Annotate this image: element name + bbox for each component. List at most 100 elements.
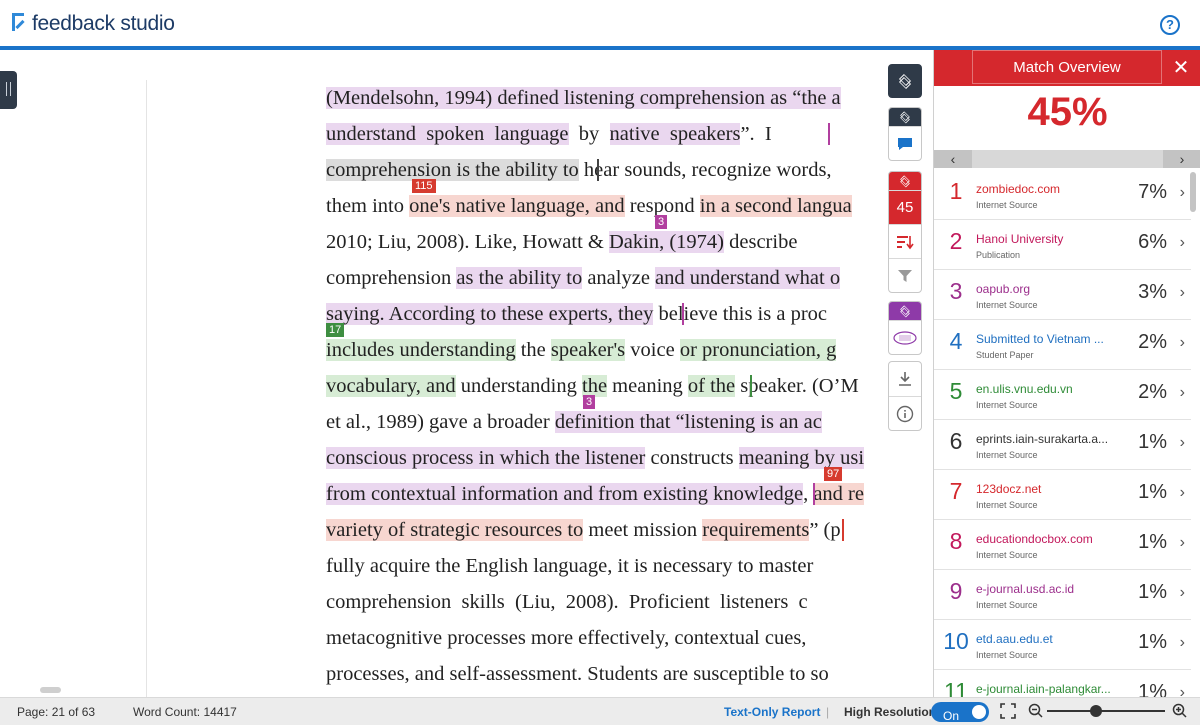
match-tag[interactable]: 17 — [326, 323, 345, 337]
highlighted-match[interactable]: one's native language, and — [409, 195, 625, 217]
text-only-report-link[interactable]: Text-Only Report — [724, 705, 820, 719]
highlighted-match[interactable]: requirements — [702, 519, 810, 541]
filter-button[interactable] — [889, 258, 921, 292]
highlighted-match[interactable]: or pronunciation, g — [679, 339, 837, 361]
match-pager: ‹ › — [934, 150, 1200, 168]
ets-button[interactable] — [889, 320, 921, 354]
match-source-type: Student Paper — [976, 350, 1034, 360]
highlighted-match[interactable]: of the — [687, 375, 736, 397]
highlighted-match[interactable]: speaker's — [550, 339, 626, 361]
side-panel-handle[interactable] — [0, 71, 17, 109]
vertical-scrollbar[interactable] — [1190, 172, 1196, 212]
match-row[interactable]: 1 zombiedoc.com Internet Source 7% › — [934, 170, 1191, 220]
layer-toolbar: 45 — [880, 55, 930, 700]
document-text: comprehension skills (Liu, 2008). Profic… — [326, 591, 808, 613]
chevron-right-icon[interactable]: › — [1180, 334, 1185, 352]
match-marker — [682, 303, 684, 325]
match-marker — [842, 519, 844, 541]
match-row[interactable]: 6 eprints.iain-surakarta.a... Internet Sou… — [934, 420, 1191, 470]
highlighted-match[interactable]: native speakers — [609, 123, 741, 145]
match-source-type: Internet Source — [976, 200, 1038, 210]
layers-button[interactable] — [888, 64, 922, 98]
chevron-right-icon[interactable]: › — [1180, 434, 1185, 452]
highlighted-match[interactable]: and re — [813, 483, 864, 505]
highlighted-match[interactable]: conscious process in which the listener — [326, 447, 646, 469]
match-number: 2 — [949, 228, 963, 254]
highlighted-match[interactable]: in a second langua — [699, 195, 852, 217]
highlighted-match[interactable]: understand spoken language — [326, 123, 569, 145]
match-tag[interactable]: 97 — [824, 467, 843, 481]
highlighted-match[interactable]: definition that “listening is an ac — [554, 411, 822, 433]
match-row[interactable]: 5 en.ulis.vnu.edu.vn Internet Source 2% › — [934, 370, 1191, 420]
layer-icon — [889, 302, 921, 320]
info-button[interactable] — [889, 396, 921, 430]
highlighted-match[interactable]: from contextual information and from exi… — [326, 483, 804, 505]
chevron-right-icon[interactable]: › — [1180, 384, 1185, 402]
document-text: comprehension — [326, 267, 457, 289]
match-row[interactable]: 9 e-journal.usd.ac.id Internet Source 1% › — [934, 570, 1191, 620]
zoom-in-icon[interactable] — [1172, 703, 1188, 719]
zoom-out-icon[interactable] — [1028, 703, 1044, 719]
highlighted-match[interactable]: saying. According to these experts, they — [326, 303, 654, 325]
highlighted-match[interactable]: includes understanding — [326, 339, 516, 361]
match-tag[interactable]: 115 — [412, 179, 436, 193]
match-tag[interactable]: 3 — [583, 395, 596, 409]
match-source-type: Internet Source — [976, 500, 1038, 510]
chevron-right-icon[interactable]: › — [1180, 184, 1185, 202]
match-marker — [828, 123, 830, 145]
page-indicator: Page: 21 of 63 — [17, 705, 96, 719]
chevron-left-icon[interactable]: ‹ — [934, 150, 972, 168]
match-row[interactable]: 3 oapub.org Internet Source 3% › — [934, 270, 1191, 320]
match-row[interactable]: 7 123docz.net Internet Source 1% › — [934, 470, 1191, 520]
high-resolution-toggle[interactable]: On — [931, 702, 989, 723]
zoom-slider-handle[interactable] — [1090, 705, 1102, 717]
match-source: oapub.org — [976, 282, 1031, 296]
document-line: saying. According to these experts, they… — [326, 296, 827, 332]
chevron-right-icon[interactable]: › — [1180, 684, 1185, 697]
help-icon[interactable]: ? — [1160, 15, 1180, 35]
match-row[interactable]: 8 educationdocbox.com Internet Source 1% › — [934, 520, 1191, 570]
close-icon[interactable]: ✕ — [1171, 58, 1191, 78]
document-line: comprehension skills (Liu, 2008). Profic… — [326, 584, 808, 620]
highlighted-match[interactable]: Dakin, (1974) — [608, 231, 724, 253]
match-sort-button[interactable] — [889, 224, 921, 258]
logo-text: feedback studio — [32, 12, 175, 35]
match-tag[interactable]: 3 — [655, 215, 668, 229]
highlighted-match[interactable]: comprehension is the ability to — [326, 159, 579, 181]
highlighted-match[interactable]: as the ability to — [456, 267, 583, 289]
horizontal-scrollbar[interactable] — [40, 687, 61, 693]
match-source-type: Internet Source — [976, 300, 1038, 310]
match-source: zombiedoc.com — [976, 182, 1061, 196]
chevron-right-icon[interactable]: › — [1180, 234, 1185, 252]
highlighted-match[interactable]: meaning by usi — [738, 447, 865, 469]
chevron-right-icon[interactable]: › — [1180, 584, 1185, 602]
match-row[interactable]: 4 Submitted to Vietnam ... Student Paper 2%… — [934, 320, 1191, 370]
document-line: (Mendelsohn, 1994) defined listening com… — [326, 80, 841, 116]
download-button[interactable] — [889, 362, 921, 396]
match-source-type: Internet Source — [976, 600, 1038, 610]
document-line: comprehension as the ability to analyze … — [326, 260, 841, 296]
match-percent: 1% — [1138, 531, 1167, 553]
highlighted-match[interactable]: variety of strategic resources to — [326, 519, 584, 541]
highlighted-match[interactable]: vocabulary, and — [326, 375, 456, 397]
match-row[interactable]: 2 Hanoi University Publication 6% › — [934, 220, 1191, 270]
chevron-right-icon[interactable]: › — [1163, 150, 1200, 168]
chevron-right-icon[interactable]: › — [1180, 484, 1185, 502]
chevron-right-icon[interactable]: › — [1180, 634, 1185, 652]
comment-button[interactable] — [889, 126, 921, 160]
document-text: believe this is a proc — [653, 303, 827, 325]
match-count-badge[interactable]: 45 — [889, 190, 921, 224]
highlighted-match[interactable]: and understand what o — [655, 267, 841, 289]
highlighted-match[interactable]: the — [582, 375, 608, 397]
sort-icon — [897, 235, 914, 249]
match-row[interactable]: 10 etd.aau.edu.et Internet Source 1% › — [934, 620, 1191, 670]
fullscreen-icon[interactable] — [1000, 703, 1016, 719]
zoom-slider[interactable] — [1047, 710, 1165, 712]
highlighted-match[interactable]: (Mendelsohn, 1994) defined listening com… — [326, 87, 841, 109]
chevron-right-icon[interactable]: › — [1180, 284, 1185, 302]
chevron-right-icon[interactable]: › — [1180, 534, 1185, 552]
match-marker — [813, 483, 815, 505]
document-viewer[interactable]: processes, and self-assessment. Students… — [326, 80, 876, 697]
match-number: 8 — [949, 528, 963, 554]
match-row[interactable]: 11 e-journal.iain-palangkar... 1% › — [934, 670, 1191, 697]
